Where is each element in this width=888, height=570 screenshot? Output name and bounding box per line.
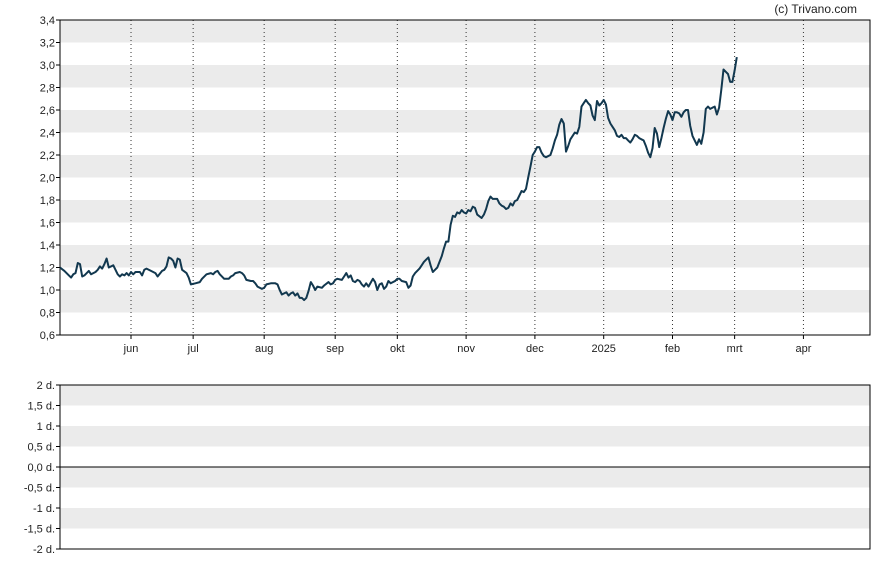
credit-label: (c) Trivano.com — [774, 2, 857, 16]
x-tick-label: dec — [526, 343, 544, 355]
y-tick-label: 2,0 — [40, 173, 55, 185]
y-tick-label: 0,5 d. — [27, 442, 55, 454]
grid-band — [60, 290, 870, 313]
y-tick-label: -1 d. — [33, 503, 55, 515]
y-tick-label: 2 d. — [37, 380, 55, 392]
chart-canvas: (c) Trivano.com 0,6 0,8 1,0 1,2 1,4 1,6 1,8 2,0… — [24, 2, 871, 556]
grid-band — [60, 200, 870, 223]
grid-band — [60, 65, 870, 88]
x-tick-label: mrt — [727, 343, 743, 355]
y-tick-label: 1,2 — [40, 263, 55, 275]
y-tick-label: 0,6 — [40, 330, 55, 342]
x-tick-label: jul — [187, 343, 199, 355]
grid-band — [60, 155, 870, 178]
chart-area: (c) Trivano.com 0,6 0,8 1,0 1,2 1,4 1,6 1,8 2,0… — [0, 0, 888, 565]
grid-band — [60, 20, 870, 43]
grid-band — [60, 426, 870, 447]
y-tick-label: 1 d. — [37, 421, 55, 433]
y-tick-label: 2,6 — [40, 105, 55, 117]
grid-band — [60, 110, 870, 133]
x-tick-label: sep — [326, 343, 344, 355]
y-tick-label: 0,8 — [40, 308, 55, 320]
x-tick-label: jun — [123, 343, 139, 355]
y-tick-label: 1,4 — [40, 240, 55, 252]
y-tick-label: -2 d. — [33, 544, 55, 556]
y-tick-label: 2,4 — [40, 128, 55, 140]
grid-band — [60, 467, 870, 488]
x-tick-label: okt — [390, 343, 405, 355]
x-tick-label: aug — [255, 343, 273, 355]
y-tick-label: 3,0 — [40, 60, 55, 72]
y-tick-label: 1,0 — [40, 285, 55, 297]
x-tick-label: apr — [795, 343, 811, 355]
x-tick-label: feb — [665, 343, 680, 355]
y-tick-label: 1,8 — [40, 195, 55, 207]
y-tick-label: 0,0 d. — [27, 462, 55, 474]
y-tick-label: 1,6 — [40, 218, 55, 230]
grid-band — [60, 385, 870, 406]
y-tick-label: 1,5 d. — [27, 401, 55, 413]
y-tick-label: -1,5 d. — [24, 524, 55, 536]
x-tick-label: nov — [457, 343, 475, 355]
x-tick-label: 2025 — [591, 343, 615, 355]
y-tick-label: 3,4 — [40, 15, 55, 27]
y-tick-label: 3,2 — [40, 38, 55, 50]
y-tick-label: -0,5 d. — [24, 483, 55, 495]
y-tick-label: 2,2 — [40, 150, 55, 162]
y-tick-label: 2,8 — [40, 83, 55, 95]
grid-band — [60, 508, 870, 529]
